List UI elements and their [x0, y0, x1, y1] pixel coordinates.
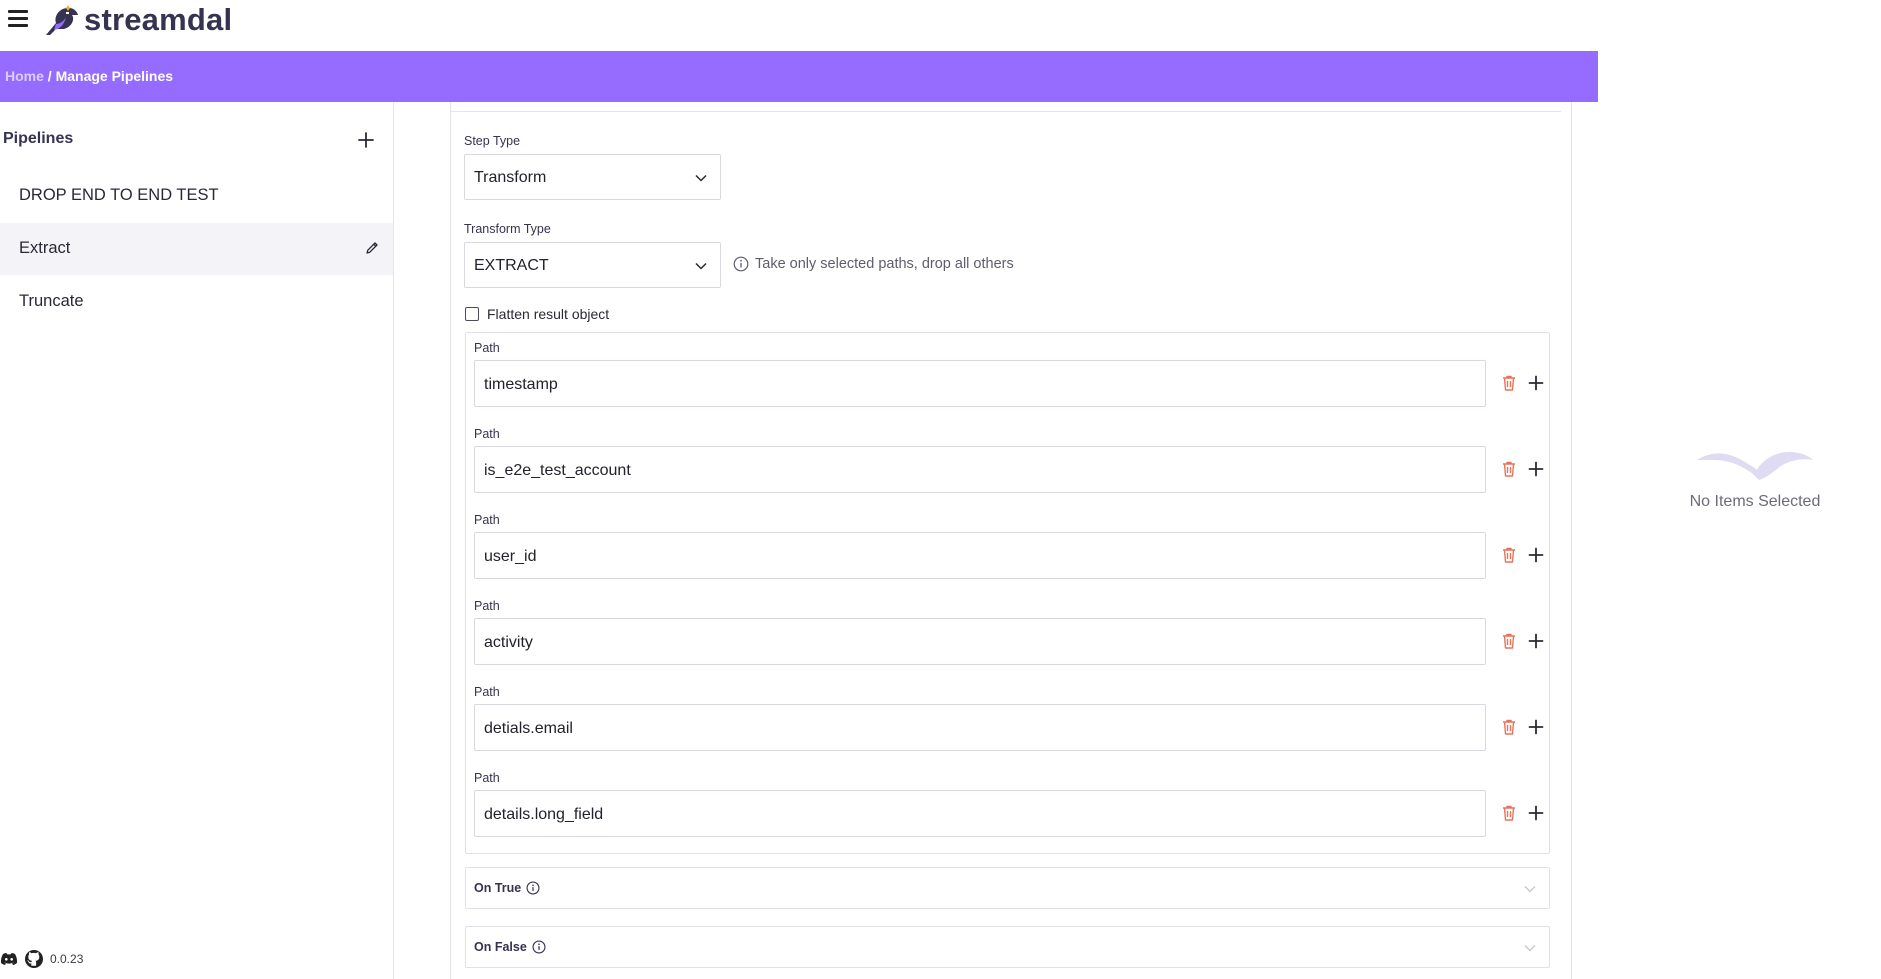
sidebar-item-label: DROP END TO END TEST — [19, 186, 219, 204]
chevron-down-icon — [695, 174, 707, 182]
path-label: Path — [474, 599, 500, 613]
trash-icon[interactable] — [1501, 460, 1517, 478]
hamburger-menu-icon[interactable] — [8, 10, 28, 28]
empty-state: No Items Selected — [1680, 448, 1830, 511]
add-pipeline-button[interactable] — [354, 128, 378, 152]
step-editor-panel: Step Type Transform Transform Type EXTRA… — [450, 102, 1572, 979]
divider — [451, 111, 1561, 112]
sidebar-item-drop-end-to-end-test[interactable]: DROP END TO END TEST — [0, 170, 393, 222]
path-row: Path is_e2e_test_account — [466, 419, 1551, 505]
path-value: is_e2e_test_account — [484, 462, 631, 479]
sidebar-item-extract[interactable]: Extract — [0, 223, 393, 275]
flatten-result-label: Flatten result object — [487, 306, 610, 322]
add-path-button[interactable] — [1527, 804, 1545, 822]
details-panel: No Items Selected — [1598, 0, 1881, 979]
step-type-label: Step Type — [464, 134, 521, 148]
bird-silhouette-icon — [1697, 452, 1813, 480]
empty-state-text: No Items Selected — [1689, 493, 1821, 510]
sidebar-header: Pipelines — [3, 130, 378, 154]
transform-type-label: Transform Type — [464, 222, 551, 236]
path-value: activity — [484, 634, 533, 651]
logo[interactable]: streamdal — [42, 2, 232, 38]
info-icon — [733, 256, 749, 272]
sidebar-footer: 0.0.23 — [0, 949, 83, 969]
sidebar-item-truncate[interactable]: Truncate — [0, 276, 393, 328]
path-input[interactable]: user_id — [474, 532, 1486, 579]
path-row: Path user_id — [466, 505, 1551, 591]
path-label: Path — [474, 513, 500, 527]
trash-icon[interactable] — [1501, 804, 1517, 822]
add-path-button[interactable] — [1527, 374, 1545, 392]
path-input[interactable]: timestamp — [474, 360, 1486, 407]
on-false-text: On False — [474, 940, 527, 954]
on-false-label: On False — [474, 940, 546, 954]
info-icon — [526, 881, 540, 895]
sidebar-item-label: Extract — [19, 239, 71, 257]
transform-type-value: EXTRACT — [474, 257, 549, 274]
info-icon — [532, 940, 546, 954]
pencil-icon[interactable] — [364, 240, 380, 256]
path-input[interactable]: activity — [474, 618, 1486, 665]
add-path-button[interactable] — [1527, 632, 1545, 650]
transform-hint: Take only selected paths, drop all other… — [733, 256, 1014, 272]
step-type-select[interactable]: Transform — [464, 154, 721, 200]
main-content: Step Type Transform Transform Type EXTRA… — [394, 102, 1598, 979]
path-row: Path timestamp — [466, 333, 1551, 419]
on-false-accordion[interactable]: On False — [465, 926, 1550, 968]
transform-type-select[interactable]: EXTRACT — [464, 242, 721, 288]
breadcrumb-current: Manage Pipelines — [55, 68, 174, 84]
sidebar-title: Pipelines — [3, 130, 74, 147]
add-path-button[interactable] — [1527, 718, 1545, 736]
path-input[interactable]: detials.email — [474, 704, 1486, 751]
path-row: Path detials.email — [466, 677, 1551, 763]
add-path-button[interactable] — [1527, 546, 1545, 564]
breadcrumb: Home / Manage Pipelines — [5, 68, 173, 84]
brand-name: streamdal — [84, 2, 233, 37]
path-row: Path activity — [466, 591, 1551, 677]
path-label: Path — [474, 427, 500, 441]
path-row: Path details.long_field — [466, 763, 1551, 849]
flatten-result-checkbox[interactable] — [465, 307, 479, 321]
chevron-down-icon — [1524, 886, 1536, 893]
path-value: user_id — [484, 548, 537, 565]
pipelines-sidebar: Pipelines DROP END TO END TEST Extract T… — [0, 102, 394, 979]
flatten-result-option: Flatten result object — [465, 306, 609, 322]
discord-icon[interactable] — [0, 952, 18, 966]
path-input[interactable]: details.long_field — [474, 790, 1486, 837]
add-path-button[interactable] — [1527, 460, 1545, 478]
github-icon[interactable] — [24, 949, 44, 969]
path-label: Path — [474, 685, 500, 699]
bird-logo-icon — [46, 5, 78, 36]
step-type-value: Transform — [474, 169, 547, 186]
transform-hint-text: Take only selected paths, drop all other… — [755, 256, 1014, 272]
on-true-text: On True — [474, 881, 522, 895]
path-value: details.long_field — [484, 806, 604, 823]
trash-icon[interactable] — [1501, 546, 1517, 564]
app-shell: streamdal Home / Manage Pipelines Pipeli… — [0, 0, 1598, 979]
breadcrumb-separator: / — [43, 68, 56, 84]
chevron-down-icon — [1524, 945, 1536, 952]
path-input[interactable]: is_e2e_test_account — [474, 446, 1486, 493]
path-value: timestamp — [484, 376, 558, 393]
trash-icon[interactable] — [1501, 632, 1517, 650]
sidebar-item-label: Truncate — [19, 292, 84, 310]
path-label: Path — [474, 771, 500, 785]
paths-list: Path timestamp Path is_e2e_test_account … — [465, 332, 1550, 854]
on-true-label: On True — [474, 881, 540, 895]
trash-icon[interactable] — [1501, 374, 1517, 392]
path-label: Path — [474, 341, 500, 355]
breadcrumb-bar: Home / Manage Pipelines — [0, 51, 1598, 102]
app-version: 0.0.23 — [50, 952, 84, 966]
breadcrumb-home-link[interactable]: Home — [5, 68, 44, 84]
trash-icon[interactable] — [1501, 718, 1517, 736]
on-true-accordion[interactable]: On True — [465, 867, 1550, 909]
path-value: detials.email — [484, 720, 573, 737]
top-bar: streamdal — [0, 0, 1598, 51]
chevron-down-icon — [695, 262, 707, 270]
